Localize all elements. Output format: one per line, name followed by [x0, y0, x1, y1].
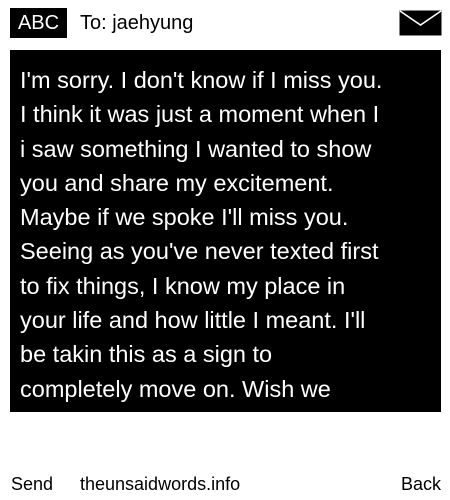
message-text: I'm sorry. I don't know if I miss you. I… — [20, 67, 383, 402]
envelope-icon — [399, 10, 442, 36]
compose-screen: ABC To: jaehyung I'm sorry. I don't know… — [0, 0, 450, 500]
site-label: theunsaidwords.info — [80, 474, 241, 494]
back-button[interactable]: Back — [401, 472, 441, 496]
send-button[interactable]: Send — [11, 472, 53, 496]
recipient-field[interactable]: To: jaehyung — [80, 8, 193, 38]
input-mode-badge[interactable]: ABC — [10, 8, 67, 38]
softkey-bar: Send theunsaidwords.info Back — [0, 472, 450, 496]
message-body-field[interactable]: I'm sorry. I don't know if I miss you. I… — [10, 50, 441, 412]
compose-header: ABC To: jaehyung — [0, 0, 450, 48]
